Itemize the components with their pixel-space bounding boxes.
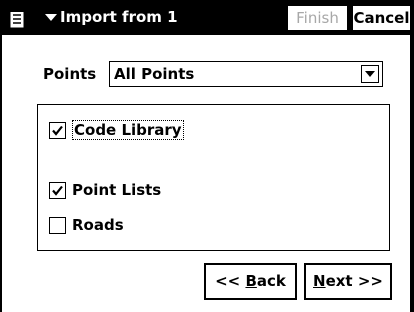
menu-button[interactable]: [8, 5, 60, 31]
roads-option[interactable]: Roads: [49, 216, 124, 234]
points-select-value: All Points: [114, 65, 195, 83]
chevron-down-icon: [44, 6, 58, 30]
back-button[interactable]: << Back: [204, 263, 297, 300]
finish-button[interactable]: Finish: [287, 5, 348, 31]
code-library-checkbox[interactable]: [49, 121, 66, 139]
point-lists-checkbox[interactable]: [49, 181, 66, 199]
next-accelerator: N: [313, 272, 326, 290]
back-prefix: <<: [215, 272, 246, 290]
back-rest: ack: [256, 272, 286, 290]
next-rest: ext >>: [325, 272, 383, 290]
dropdown-arrow-icon[interactable]: [361, 65, 379, 83]
back-accelerator: B: [245, 272, 257, 290]
points-select[interactable]: All Points: [109, 61, 383, 87]
window: Import from 1 Finish Cancel Points All P…: [0, 0, 411, 312]
point-lists-label[interactable]: Point Lists: [72, 181, 161, 199]
points-label: Points: [43, 65, 97, 83]
list-menu-icon: [8, 6, 44, 30]
import-options-group: Code Library Point Lists Roads: [37, 104, 390, 251]
code-library-label[interactable]: Code Library: [72, 120, 184, 140]
code-library-option[interactable]: Code Library: [49, 120, 184, 140]
window-title: Import from 1: [60, 8, 178, 26]
roads-label[interactable]: Roads: [72, 216, 124, 234]
roads-checkbox[interactable]: [49, 216, 66, 234]
point-lists-option[interactable]: Point Lists: [49, 181, 161, 199]
title-bar: Import from 1 Finish Cancel: [2, 0, 411, 35]
cancel-button[interactable]: Cancel: [352, 5, 411, 31]
checkmark-icon: [52, 185, 63, 196]
next-button[interactable]: Next >>: [304, 263, 392, 300]
checkmark-icon: [52, 125, 63, 136]
